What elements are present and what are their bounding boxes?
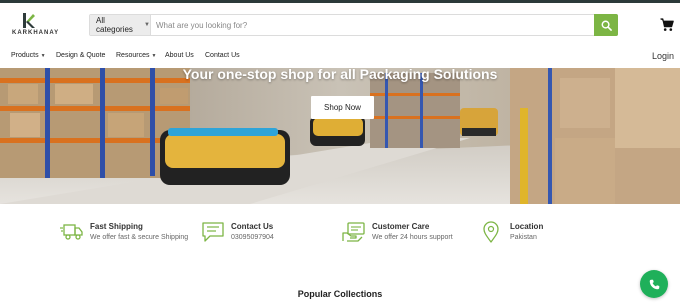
login-link[interactable]: Login — [652, 51, 674, 61]
features-strip: Fast Shipping We offer fast & secure Shi… — [0, 204, 680, 264]
shop-now-button[interactable]: Shop Now — [311, 96, 374, 119]
nav-item-label: Resources — [116, 52, 150, 59]
hero-banner: Your one-stop shop for all Packaging Sol… — [0, 68, 680, 204]
hero-title: Your one-stop shop for all Packaging Sol… — [182, 68, 498, 82]
warehouse-image — [0, 68, 680, 204]
cart-icon — [660, 18, 674, 31]
brand-logo[interactable]: KARKHANAY — [12, 13, 58, 39]
search-bar: All categories ▼ — [89, 14, 618, 36]
truck-icon — [60, 224, 83, 240]
search-input[interactable] — [151, 15, 594, 35]
category-select[interactable]: All categories ▼ — [90, 15, 151, 35]
category-select-value: All categories — [96, 16, 133, 34]
feature-title: Contact Us — [231, 222, 274, 231]
logo-mark-icon — [23, 13, 35, 28]
nav-item-label: Contact Us — [205, 52, 240, 59]
call-button[interactable] — [640, 270, 668, 298]
search-button[interactable] — [594, 14, 618, 36]
chat-icon — [202, 222, 224, 242]
feature-title: Fast Shipping — [90, 222, 143, 231]
popular-collections-heading: Popular Collections — [297, 289, 383, 299]
chevron-down-icon: ▼ — [144, 22, 150, 28]
nav-item-resources[interactable]: Resources ▼ — [116, 52, 156, 59]
main-nav: Products ▼ Design & Quote Resources ▼ Abou… — [0, 45, 680, 67]
header: KARKHANAY All categories ▼ — [0, 3, 680, 45]
chevron-down-icon: ▼ — [40, 53, 46, 59]
chevron-down-icon: ▼ — [151, 53, 157, 59]
feature-subtitle: We offer fast & secure Shipping — [90, 234, 189, 241]
feature-subtitle[interactable]: 03095097904 — [231, 234, 274, 241]
feature-subtitle: Pakistan — [510, 234, 537, 241]
phone-icon — [649, 279, 659, 289]
nav-item-label: About Us — [165, 52, 194, 59]
nav-item-label: Products — [11, 52, 39, 59]
feature-subtitle: We offer 24 hours support — [372, 234, 453, 241]
feature-title: Customer Care — [372, 222, 430, 231]
location-pin-icon — [483, 221, 499, 243]
nav-item-label: Design & Quote — [56, 52, 106, 59]
cart-button[interactable] — [660, 18, 674, 32]
search-icon — [601, 20, 612, 31]
support-icon — [342, 222, 365, 242]
nav-item-contact-us[interactable]: Contact Us — [205, 52, 240, 59]
feature-title: Location — [510, 222, 544, 231]
brand-name: KARKHANAY — [12, 30, 60, 36]
nav-item-design-quote[interactable]: Design & Quote — [56, 52, 105, 59]
nav-item-about-us[interactable]: About Us — [165, 52, 194, 59]
nav-item-products[interactable]: Products ▼ — [11, 52, 46, 59]
